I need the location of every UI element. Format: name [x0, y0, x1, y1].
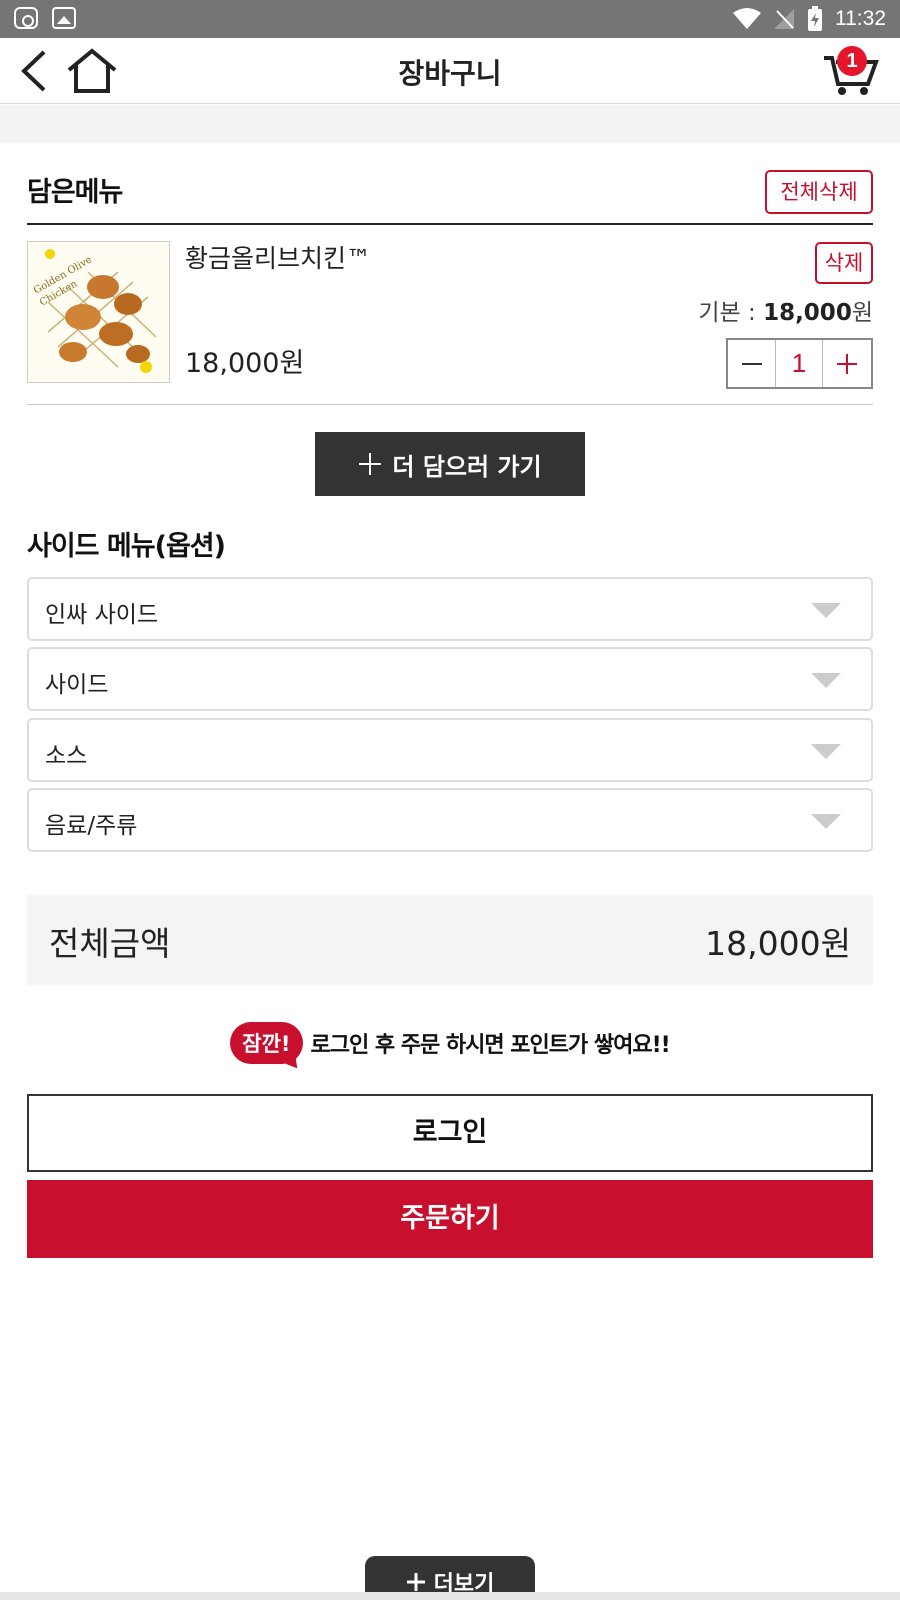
separator-band [0, 105, 900, 143]
select-label: 소스 [45, 743, 88, 769]
cart-count-badge: 1 [837, 46, 867, 76]
cart-button[interactable]: 1 [822, 46, 880, 96]
base-price-value: 18,000 [763, 300, 852, 326]
app-notification-icon [14, 7, 38, 29]
photo-icon [52, 7, 76, 29]
chevron-down-icon [811, 673, 841, 688]
select-drinks[interactable]: 음료/주류 [27, 788, 873, 852]
wifi-icon [733, 8, 761, 29]
delete-all-button[interactable]: 전체삭제 [765, 170, 873, 214]
add-more-label: 더 담으러 가기 [392, 452, 542, 481]
divider [27, 223, 873, 225]
notice-text: 로그인 후 주문 하시면 포인트가 쌓여요!! [310, 1033, 671, 1058]
chevron-down-icon [811, 814, 841, 829]
login-button[interactable]: 로그인 [27, 1094, 873, 1172]
base-price-unit: 원 [851, 300, 873, 326]
base-price-label: 기본 : [698, 300, 764, 326]
quantity-value: 1 [776, 340, 823, 387]
select-insa-side[interactable]: 인싸 사이드 [27, 577, 873, 641]
no-signal-icon [774, 9, 794, 29]
total-box: 전체금액 18,000원 [27, 895, 873, 985]
chevron-down-icon [811, 744, 841, 759]
login-notice: 잠깐! 로그인 후 주문 하시면 포인트가 쌓여요!! [0, 1022, 900, 1064]
select-side[interactable]: 사이드 [27, 647, 873, 711]
add-more-button[interactable]: 더 담으러 가기 [315, 432, 585, 496]
divider [27, 404, 873, 405]
select-label: 음료/주류 [45, 813, 138, 839]
item-name: 황금올리브치킨™ [185, 244, 372, 273]
plus-icon [406, 1573, 425, 1591]
base-price: 기본 : 18,000원 [698, 293, 873, 327]
select-label: 인싸 사이드 [45, 602, 159, 628]
order-button[interactable]: 주문하기 [27, 1180, 873, 1258]
decrease-quantity-button[interactable] [728, 340, 776, 387]
bottom-edge [0, 1592, 900, 1600]
select-label: 사이드 [45, 672, 109, 698]
notice-badge: 잠깐! [230, 1022, 303, 1064]
plus-icon [837, 353, 857, 374]
minus-icon [741, 362, 762, 365]
plus-icon [359, 453, 382, 475]
app-header: 장바구니 1 [0, 38, 900, 104]
chicken-image: Golden Olive Chicken [28, 242, 169, 382]
item-thumbnail: Golden Olive Chicken [27, 241, 170, 383]
item-price: 18,000원 [185, 348, 305, 379]
total-label: 전체금액 [49, 924, 171, 963]
page-title: 장바구니 [398, 57, 502, 90]
battery-charging-icon [808, 6, 822, 31]
increase-quantity-button[interactable] [823, 340, 871, 387]
side-menu-title: 사이드 메뉴(옵션) [27, 531, 226, 562]
quantity-stepper: 1 [726, 338, 873, 389]
item-delete-button[interactable]: 삭제 [815, 242, 873, 284]
select-sauce[interactable]: 소스 [27, 718, 873, 782]
status-bar: 11:32 [0, 0, 900, 38]
clock: 11:32 [835, 7, 886, 30]
chevron-down-icon [811, 603, 841, 618]
cart-section-title: 담은메뉴 [27, 177, 123, 208]
total-value: 18,000원 [705, 924, 851, 963]
